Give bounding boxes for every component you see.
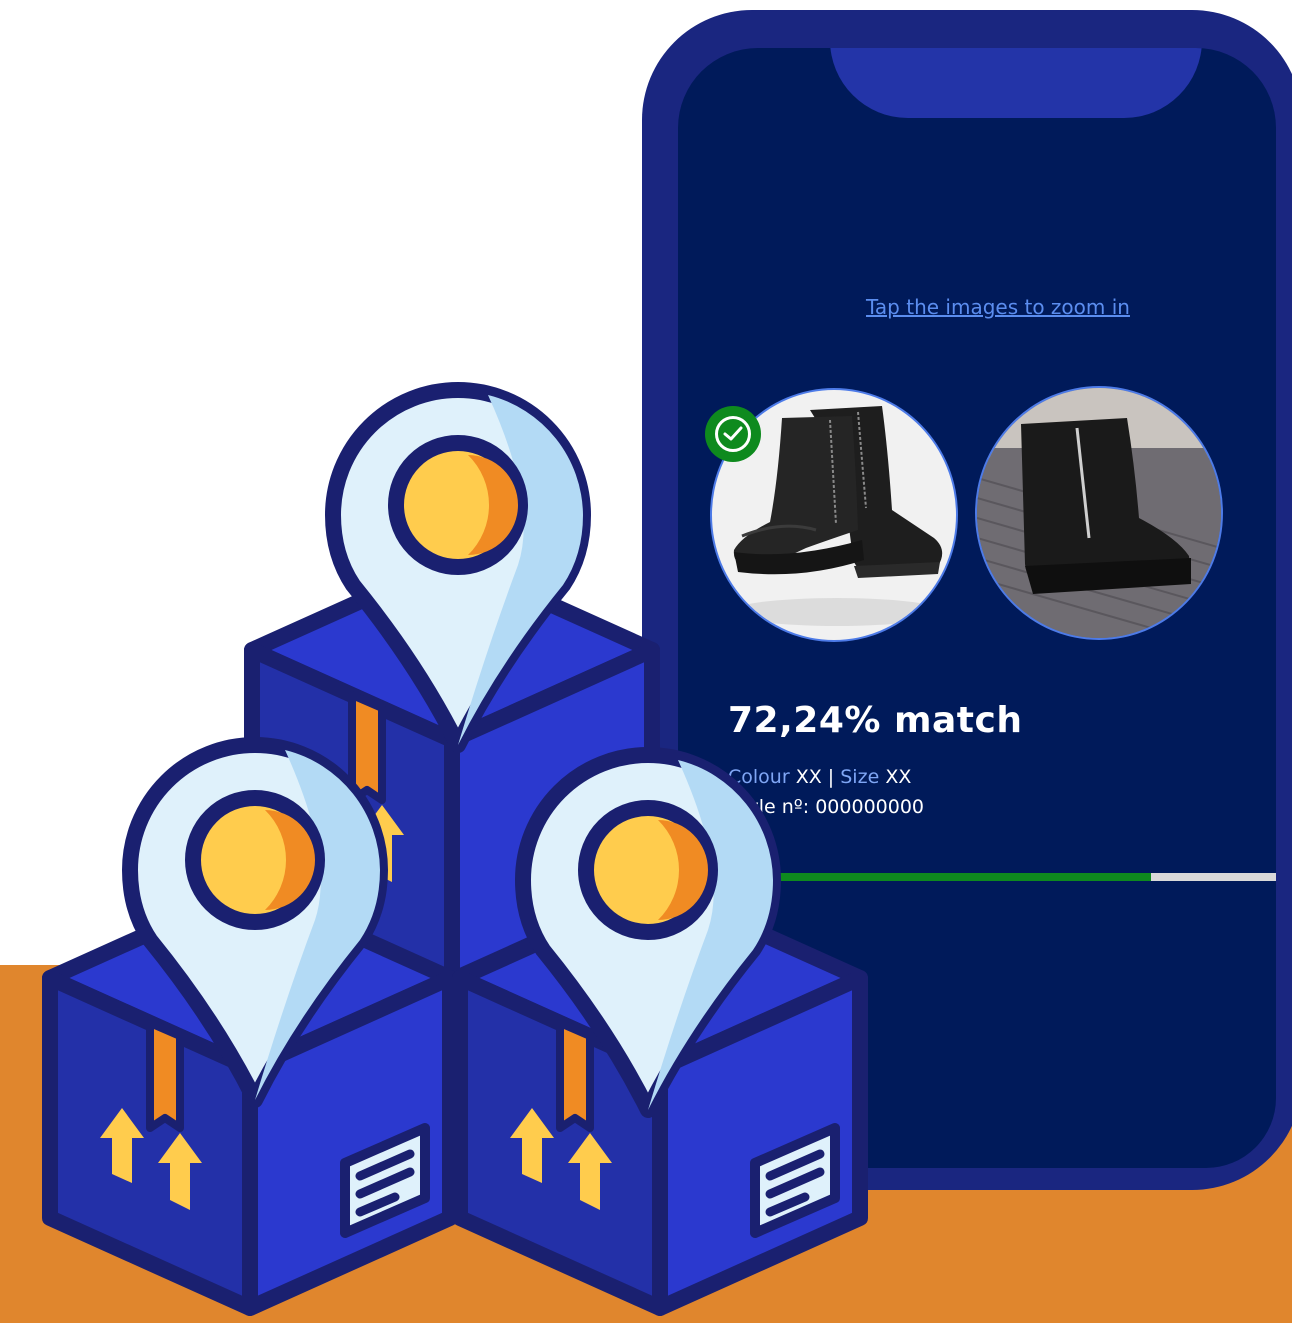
style-value: 000000000 [815,796,925,818]
match-progress-fill [728,873,1152,881]
product-photo-customer[interactable] [975,386,1223,640]
product-style-number: Style nº: 000000000 [728,796,924,818]
location-pin-icon [333,390,583,745]
zoom-hint-link[interactable]: Tap the images to zoom in [678,295,1276,319]
size-value: XX [885,766,912,788]
phone-screen: Tap the images to zoom in 72,24% match C… [678,48,1276,1168]
colour-value: XX [795,766,822,788]
match-percentage: 72,24% match [728,700,1023,741]
product-colour-size: Colour XX | Size XX [728,766,911,788]
match-progress-bar [728,873,1276,881]
phone-notch [830,48,1202,118]
separator: | [827,766,835,788]
colour-key: Colour [728,766,790,788]
phone-mockup: Tap the images to zoom in 72,24% match C… [642,10,1292,1190]
shipping-box-icon [252,560,652,980]
check-circle-icon [705,406,761,462]
size-key: Size [840,766,880,788]
style-key: Style nº: [728,796,810,818]
